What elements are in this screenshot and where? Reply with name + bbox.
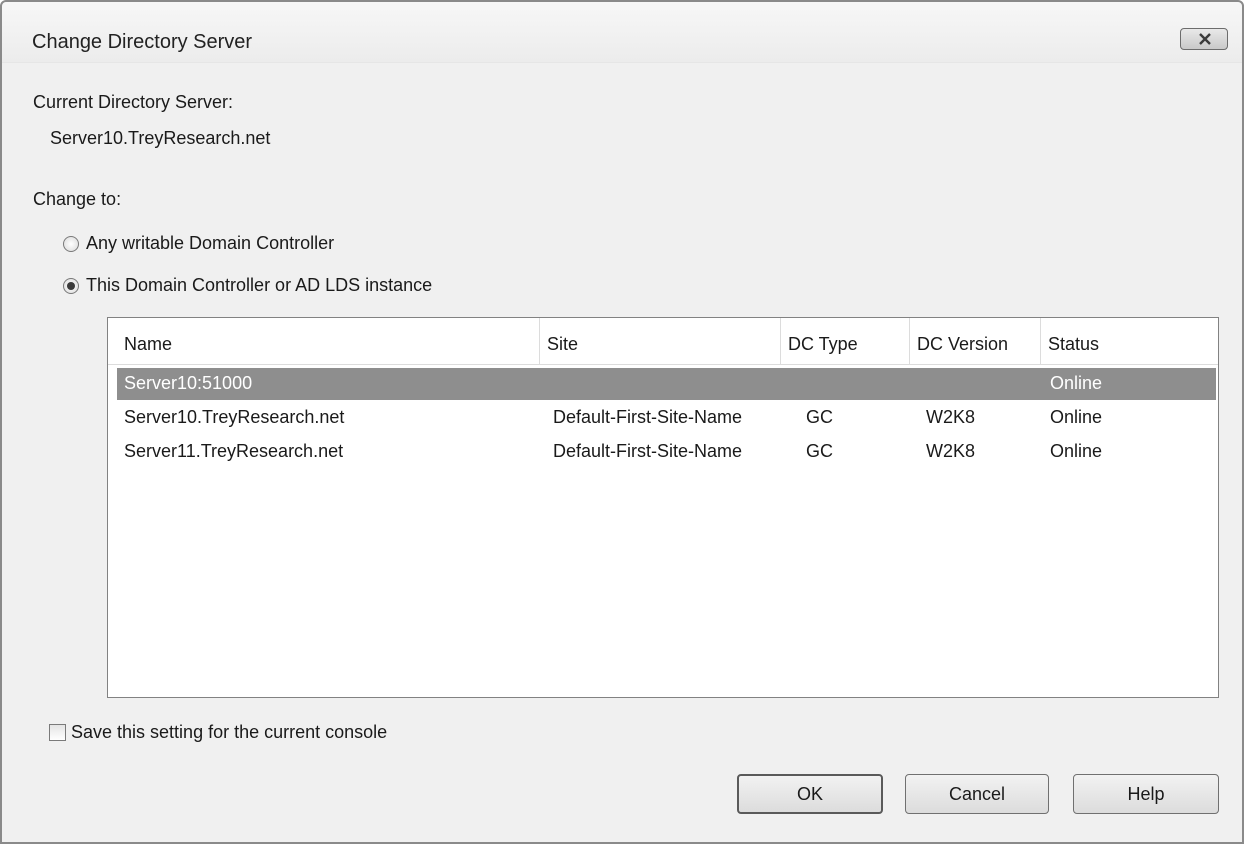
help-button[interactable]: Help (1073, 774, 1219, 814)
column-header-status[interactable]: Status (1041, 318, 1218, 364)
cell-site: Default-First-Site-Name (553, 441, 743, 461)
cell-status: Online (1050, 441, 1103, 461)
save-setting-checkbox[interactable] (49, 724, 66, 741)
title-bar: Change Directory Server (2, 2, 1242, 63)
close-button[interactable] (1180, 28, 1228, 50)
table-row[interactable]: Server11.TreyResearch.net Default-First-… (108, 436, 1218, 468)
cell-dc-type: GC (806, 441, 833, 461)
cancel-button[interactable]: Cancel (905, 774, 1049, 814)
cell-dc-version: W2K8 (926, 441, 976, 461)
radio-any-writable-dc-label[interactable]: Any writable Domain Controller (86, 233, 334, 254)
cell-dc-type: GC (806, 407, 833, 427)
close-x-icon (1199, 33, 1211, 45)
server-list[interactable]: Name Site DC Type DC Version Status Serv… (107, 317, 1219, 698)
cell-name: Server10.TreyResearch.net (124, 407, 345, 427)
current-server-value: Server10.TreyResearch.net (50, 128, 271, 148)
change-directory-server-dialog: Change Directory Server Current Director… (0, 0, 1244, 844)
table-row[interactable]: Server10:51000 Online (117, 368, 1216, 400)
cell-name: Server10:51000 (124, 373, 253, 393)
cell-status: Online (1050, 407, 1103, 427)
column-header-name[interactable]: Name (108, 318, 540, 364)
save-setting-label[interactable]: Save this setting for the current consol… (71, 722, 387, 743)
current-server-label: Current Directory Server: (33, 92, 234, 112)
table-row[interactable]: Server10.TreyResearch.net Default-First-… (108, 402, 1218, 434)
cell-dc-version: W2K8 (926, 407, 976, 427)
cell-site: Default-First-Site-Name (553, 407, 743, 427)
column-header-site[interactable]: Site (540, 318, 781, 364)
cell-status: Online (1050, 373, 1103, 393)
list-header: Name Site DC Type DC Version Status (108, 318, 1218, 365)
column-header-dc-type[interactable]: DC Type (781, 318, 910, 364)
cell-name: Server11.TreyResearch.net (124, 441, 344, 461)
ok-button[interactable]: OK (737, 774, 883, 814)
radio-any-writable-dc[interactable] (63, 236, 79, 252)
radio-selected-dot (67, 282, 75, 290)
radio-this-dc-or-adlds[interactable] (63, 278, 79, 294)
radio-this-dc-or-adlds-label[interactable]: This Domain Controller or AD LDS instanc… (86, 275, 432, 296)
column-header-dc-version[interactable]: DC Version (910, 318, 1041, 364)
change-to-label: Change to: (33, 189, 122, 209)
window-title: Change Directory Server (32, 31, 253, 53)
